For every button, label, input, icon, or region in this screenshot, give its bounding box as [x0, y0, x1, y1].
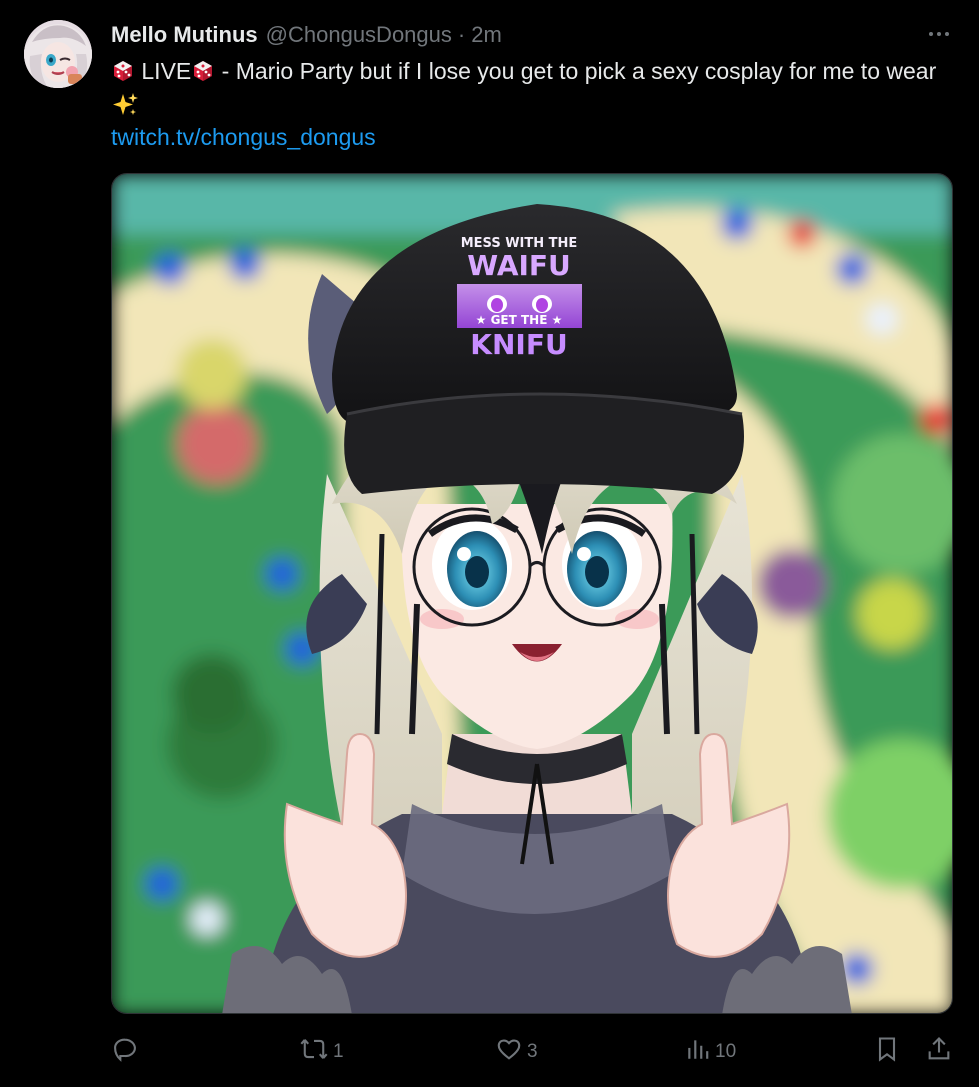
like-button[interactable]: 3 [495, 1034, 538, 1070]
views-icon [685, 1035, 711, 1069]
post-text-live: LIVE [135, 58, 192, 84]
tweet[interactable]: Mello Mutinus @ChongusDongus · 2m LIVE -… [0, 0, 979, 1087]
repost-icon [299, 1035, 329, 1069]
post-text: LIVE - Mario Party but if I lose you get… [111, 55, 941, 127]
post-timestamp[interactable]: 2m [471, 22, 502, 48]
cap-text-line3: ★ GET THE ★ [476, 313, 563, 327]
post-image[interactable]: MESS WITH THE WAIFU ★ GET THE ★ KNIFU [111, 173, 953, 1014]
author-display-name[interactable]: Mello Mutinus [111, 22, 258, 48]
dice-emoji-icon [191, 59, 215, 91]
repost-button[interactable]: 1 [299, 1034, 344, 1070]
cap-text-line2: WAIFU [467, 249, 571, 282]
post-text-main: - Mario Party but if I lose you get to p… [215, 58, 937, 84]
author-handle[interactable]: @ChongusDongus [266, 22, 452, 48]
bookmark-icon [873, 1035, 901, 1069]
avatar[interactable] [24, 20, 92, 88]
separator-dot: · [457, 22, 466, 47]
dice-emoji-icon [111, 59, 135, 91]
repost-count: 1 [333, 1041, 344, 1062]
share-button[interactable] [925, 1034, 953, 1070]
cap-text-line4: KNIFU [470, 328, 567, 361]
like-count: 3 [527, 1041, 538, 1062]
twitch-link[interactable]: twitch.tv/chongus_dongus [111, 121, 376, 153]
more-options-icon[interactable] [927, 22, 951, 46]
reply-button[interactable] [111, 1034, 139, 1070]
views-count: 10 [715, 1041, 737, 1062]
share-icon [925, 1035, 953, 1069]
heart-icon [495, 1035, 523, 1069]
reply-icon [111, 1035, 139, 1069]
bookmark-button[interactable] [873, 1034, 901, 1070]
post-header: Mello Mutinus @ChongusDongus · 2m [111, 20, 502, 50]
views-button[interactable]: 10 [685, 1034, 736, 1070]
action-bar: 1 3 10 [111, 1034, 953, 1070]
